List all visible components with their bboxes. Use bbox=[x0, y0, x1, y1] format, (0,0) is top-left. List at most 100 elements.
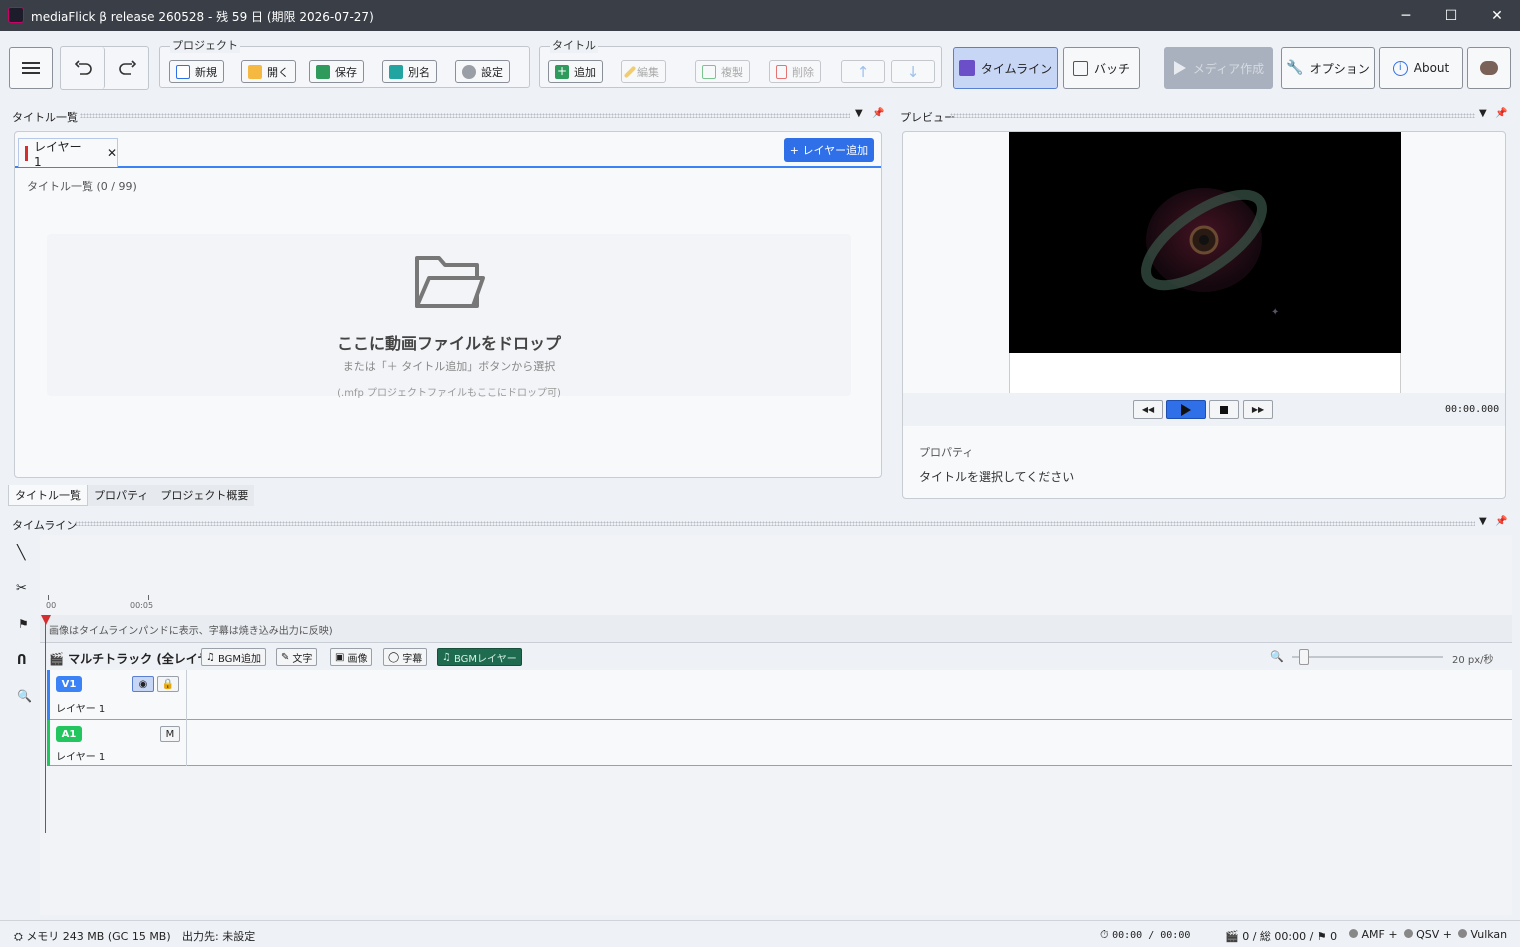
flag-icon[interactable]: ⚑ bbox=[18, 617, 29, 631]
edit-label: 編集 bbox=[637, 65, 659, 79]
encoder-qsv: QSV + bbox=[1403, 928, 1452, 941]
undo-button[interactable] bbox=[61, 47, 105, 89]
pin-icon[interactable]: 📌 bbox=[872, 108, 884, 119]
preview-panel-header: プレビュー bbox=[900, 111, 955, 124]
new-project-button[interactable]: 新規 bbox=[169, 60, 224, 83]
encoder-status: AMF + QSV + Vulkan bbox=[1349, 928, 1507, 941]
gear-icon bbox=[462, 64, 476, 79]
sparkle-icon: ✦ bbox=[1271, 307, 1280, 318]
layer-tab[interactable]: レイヤー 1 ✕ bbox=[18, 138, 118, 169]
clapper-small-icon: 🎬 bbox=[1225, 930, 1239, 943]
timeline-toolbox: ╲ ✂ ⚑ Ո 🔍 bbox=[8, 535, 40, 915]
delete-label: 削除 bbox=[792, 65, 814, 79]
edit-title-button[interactable]: 編集 bbox=[621, 60, 666, 83]
playhead-handle[interactable] bbox=[41, 615, 51, 625]
move-up-button[interactable]: ↑ bbox=[841, 60, 885, 83]
play-button[interactable] bbox=[1166, 400, 1206, 419]
add-layer-button[interactable]: + レイヤー追加 bbox=[784, 138, 874, 162]
drop-main-text: ここに動画ファイルをドロップ bbox=[336, 334, 561, 353]
playhead[interactable] bbox=[45, 615, 46, 833]
close-tab-icon[interactable]: ✕ bbox=[107, 146, 117, 160]
new-label: 新規 bbox=[195, 65, 217, 79]
duplicate-title-button[interactable]: 複製 bbox=[695, 60, 750, 83]
undo-redo-group bbox=[60, 46, 149, 90]
redo-button[interactable] bbox=[106, 47, 149, 89]
scissors-icon[interactable]: ✂ bbox=[16, 581, 27, 596]
minimize-button[interactable]: ─ bbox=[1383, 0, 1429, 31]
ruler-label-0: 00 bbox=[46, 601, 57, 610]
video-preview[interactable]: ✦ bbox=[1009, 132, 1401, 353]
stop-icon bbox=[1220, 405, 1228, 414]
save-project-button[interactable]: 保存 bbox=[309, 60, 364, 83]
preview-menu-icon[interactable]: ▼ bbox=[1479, 108, 1487, 119]
totals-text: 0 / 総 00:00 / bbox=[1242, 930, 1317, 943]
bgm-add-label: BGM追加 bbox=[217, 653, 262, 665]
batch-view-button[interactable]: バッチ bbox=[1063, 47, 1140, 89]
zoom-slider[interactable] bbox=[1292, 649, 1443, 665]
tab-properties[interactable]: プロパティ bbox=[88, 485, 155, 506]
delete-title-button[interactable]: 削除 bbox=[769, 60, 821, 83]
feedback-button[interactable] bbox=[1467, 47, 1511, 89]
text-label: 文字 bbox=[292, 653, 313, 665]
image-button[interactable]: ▣ 画像 bbox=[330, 648, 373, 666]
tab-project-overview[interactable]: プロジェクト概要 bbox=[154, 485, 255, 506]
app-icon bbox=[8, 7, 24, 23]
lock-toggle[interactable]: 🔒 bbox=[157, 676, 179, 692]
timeline-area: 00 00:05 画像はタイムラインパンドに表示、字幕は焼き込み出力に反映) 🎬… bbox=[40, 535, 1512, 915]
timeline-ruler[interactable]: 00 00:05 bbox=[40, 595, 1512, 615]
timeline-view-button[interactable]: タイムライン bbox=[953, 47, 1058, 89]
preview-pin-icon[interactable]: 📌 bbox=[1495, 108, 1507, 119]
title-panel-tabs: タイトル一覧 プロパティ プロジェクト概要 bbox=[8, 485, 255, 506]
add-title-button[interactable]: + 追加 bbox=[548, 60, 603, 83]
bgm-layer-button[interactable]: ♫ BGMレイヤー bbox=[437, 648, 522, 666]
lock-icon: 🔒 bbox=[161, 678, 175, 690]
select-tool-icon[interactable]: ╲ bbox=[17, 545, 25, 561]
magnet-icon[interactable]: Ո bbox=[17, 653, 27, 668]
subtitle-button[interactable]: ◯ 字幕 bbox=[383, 648, 428, 666]
drop-zone[interactable]: ここに動画ファイルをドロップ または「＋ タイトル追加」ボタンから選択 (.mf… bbox=[47, 234, 851, 399]
settings-button[interactable]: 設定 bbox=[455, 60, 510, 83]
edit-icon: ✎ bbox=[281, 651, 290, 663]
about-button[interactable]: i About bbox=[1379, 47, 1463, 89]
move-down-button[interactable]: ↓ bbox=[891, 60, 935, 83]
arrow-up-icon: ↑ bbox=[856, 62, 870, 81]
rewind-button[interactable]: ◀◀ bbox=[1133, 400, 1163, 419]
save-icon bbox=[316, 64, 330, 79]
panel-menu-icon[interactable]: ▼ bbox=[855, 108, 863, 119]
open-project-button[interactable]: 開く bbox=[241, 60, 296, 83]
timeline-pin-icon[interactable]: 📌 bbox=[1495, 516, 1507, 527]
memory-text: メモリ 243 MB (GC 15 MB) bbox=[26, 930, 171, 943]
save-as-button[interactable]: 別名 bbox=[382, 60, 437, 83]
close-button[interactable]: ✕ bbox=[1474, 0, 1520, 31]
bgm-add-button[interactable]: ♫ BGM追加 bbox=[201, 648, 267, 666]
zoom-slider-thumb[interactable] bbox=[1299, 649, 1309, 665]
zoom-icon[interactable]: 🔍 bbox=[17, 689, 32, 703]
mute-button[interactable]: M bbox=[160, 726, 180, 742]
clapper-icon: 🎬 bbox=[49, 652, 64, 666]
tab-title-list[interactable]: タイトル一覧 bbox=[8, 485, 88, 506]
options-button[interactable]: 🔧 オプション bbox=[1281, 47, 1375, 89]
rewind-icon: ◀◀ bbox=[1141, 405, 1155, 414]
title-panel-grip bbox=[80, 113, 850, 118]
stop-button[interactable] bbox=[1209, 400, 1239, 419]
timeline-menu-icon[interactable]: ▼ bbox=[1479, 516, 1487, 527]
menu-icon bbox=[22, 62, 40, 74]
time-text: 00:00 / 00:00 bbox=[1112, 930, 1191, 941]
timeline-panel-header: タイムライン bbox=[12, 519, 78, 532]
forward-button[interactable]: ▶▶ bbox=[1243, 400, 1273, 419]
visibility-toggle[interactable]: ◉ bbox=[132, 676, 154, 692]
text-button[interactable]: ✎ 文字 bbox=[276, 648, 318, 666]
video-track-name: レイヤー 1 bbox=[56, 704, 106, 715]
maximize-button[interactable]: ☐ bbox=[1428, 0, 1474, 31]
memory-status: ⛭ メモリ 243 MB (GC 15 MB) bbox=[14, 928, 171, 944]
make-media-button[interactable]: メディア作成 bbox=[1164, 47, 1273, 89]
timeline-panel-grip bbox=[75, 521, 1475, 526]
title-list-panel: レイヤー 1 ✕ + レイヤー追加 タイトル一覧 (0 / 99) ここに動画フ… bbox=[14, 131, 882, 478]
eye-icon: ◉ bbox=[138, 678, 148, 690]
timeline-note-bar: 画像はタイムラインパンドに表示、字幕は焼き込み出力に反映) bbox=[40, 615, 1512, 642]
hamburger-menu-button[interactable] bbox=[9, 47, 53, 89]
flags-count: 0 bbox=[1330, 930, 1338, 943]
track-badge-v1: V1 bbox=[56, 676, 82, 692]
speech-icon: ◯ bbox=[388, 651, 400, 663]
rename-label: 別名 bbox=[408, 65, 430, 79]
